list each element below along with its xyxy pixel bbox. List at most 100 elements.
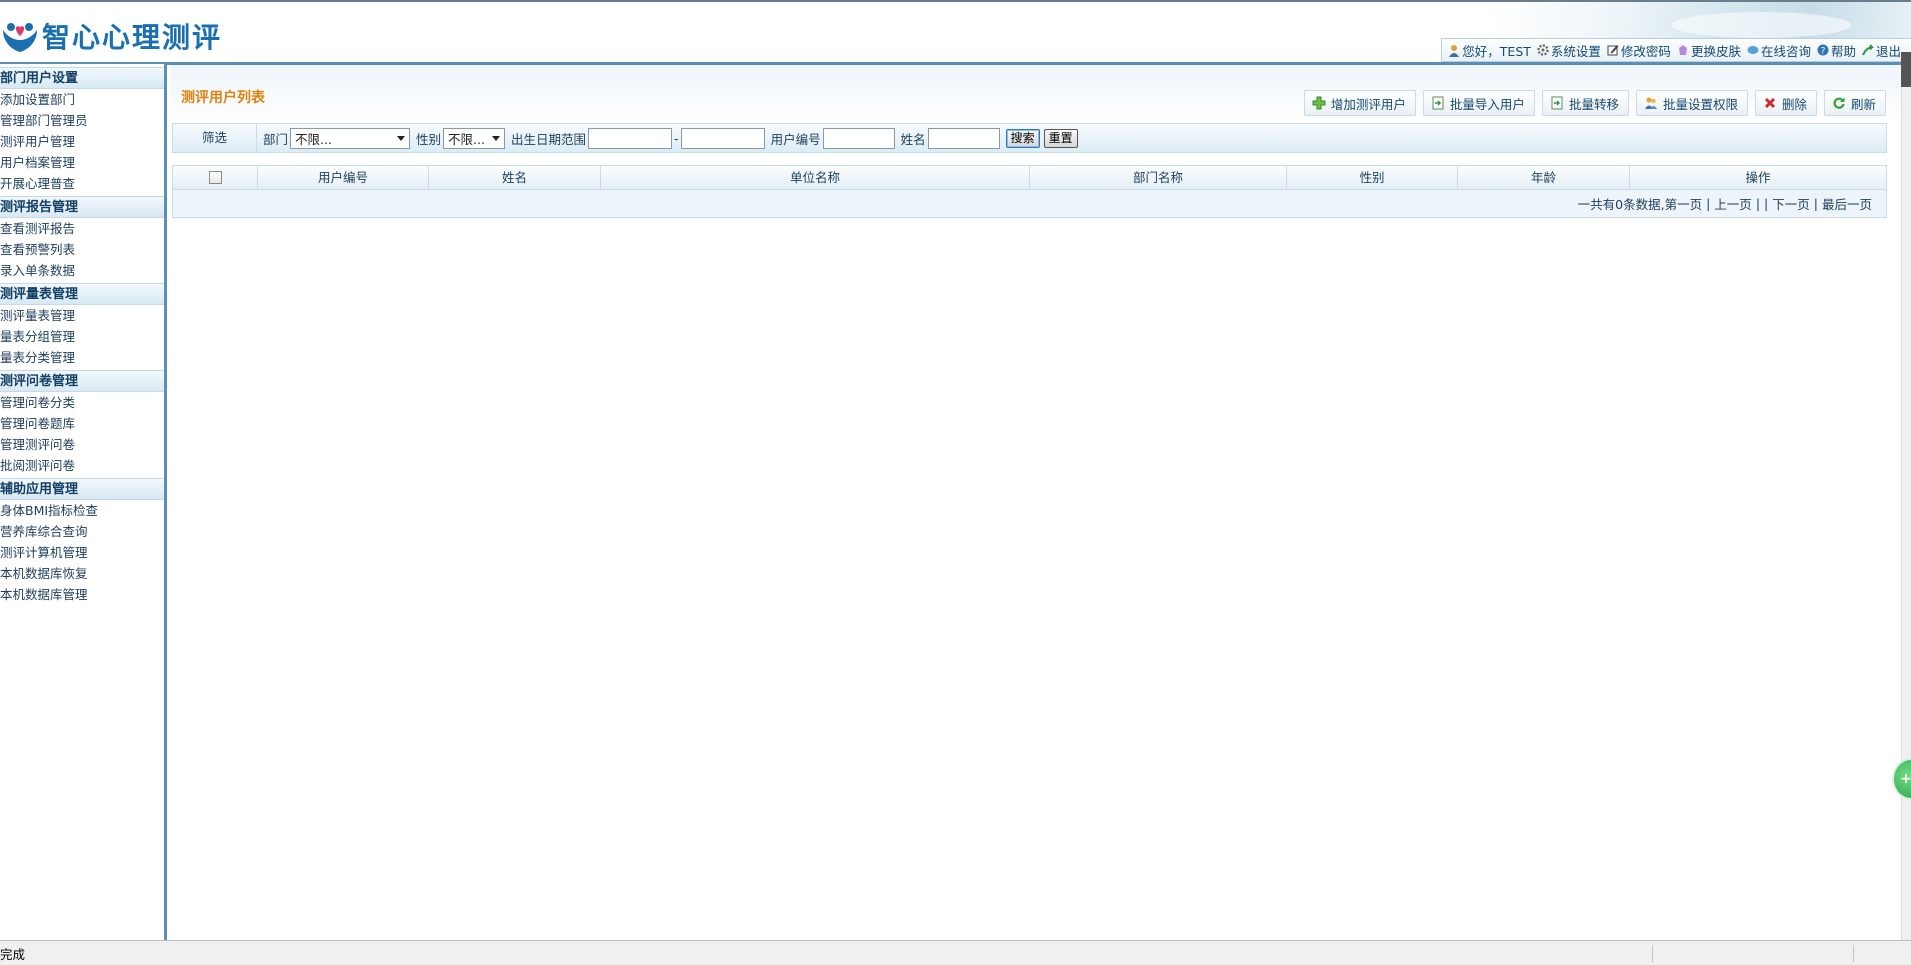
sidebar-item-scale-category[interactable]: 量表分类管理	[0, 347, 164, 368]
refresh-label: 刷新	[1850, 96, 1876, 112]
userid-label: 用户编号	[770, 131, 821, 147]
logout-label: 退出	[1875, 43, 1901, 59]
filter-bar: 筛选 部门 不限... 性别 不限... 出生日期范围 - 用户编号 姓名 搜索…	[172, 123, 1887, 153]
import-icon	[1432, 96, 1444, 110]
reset-button[interactable]: 重置	[1043, 128, 1078, 148]
table-header: 用户编号 姓名 单位名称 部门名称 性别 年龄 操作	[173, 166, 1886, 190]
sidebar-item-nutrition[interactable]: 营养库综合查询	[0, 521, 164, 542]
sidebar-item-user-manage[interactable]: 测评用户管理	[0, 131, 164, 152]
sidebar-item-questionnaire-review[interactable]: 批阅测评问卷	[0, 455, 164, 476]
add-user-label: 增加测评用户	[1330, 96, 1406, 112]
toolbar: 增加测评用户 批量导入用户 批量转移 批量设置权限 删除 刷新	[1297, 90, 1886, 116]
batch-transfer-label: 批量转移	[1568, 96, 1619, 112]
col-unit[interactable]: 单位名称	[601, 166, 1030, 189]
dept-select[interactable]: 不限...	[290, 127, 411, 149]
sidebar-item-census[interactable]: 开展心理普查	[0, 173, 164, 194]
header: 智心心理测评 您好，TEST 系统设置 修改密码 更换皮肤 在线咨询 ? 帮助 …	[0, 0, 1911, 64]
select-all-checkbox[interactable]	[208, 171, 222, 184]
help-icon: ?	[1817, 44, 1829, 56]
userid-input[interactable]	[822, 127, 895, 149]
sidebar-item-warning-list[interactable]: 查看预警列表	[0, 239, 164, 260]
next-page-link[interactable]: 下一页	[1772, 194, 1810, 213]
sidebar-item-view-report[interactable]: 查看测评报告	[0, 218, 164, 239]
last-page-link[interactable]: 最后一页	[1822, 194, 1872, 213]
scrollbar-thumb[interactable]	[1901, 52, 1911, 87]
online-consult-label: 在线咨询	[1760, 43, 1811, 59]
sidebar-item-db-manage[interactable]: 本机数据库管理	[0, 584, 164, 605]
sidebar-item-questionnaire-category[interactable]: 管理问卷分类	[0, 392, 164, 413]
sidebar-item-bmi[interactable]: 身体BMI指标检查	[0, 500, 164, 521]
sidebar-item-enter-data[interactable]: 录入单条数据	[0, 260, 164, 281]
pager-sep: |	[1706, 196, 1711, 211]
sidebar-section-aux: 辅助应用管理 身体BMI指标检查 营养库综合查询 测评计算机管理 本机数据库恢复…	[0, 478, 164, 605]
chat-icon	[1747, 46, 1759, 54]
sidebar-item-add-dept[interactable]: 添加设置部门	[0, 89, 164, 110]
sidebar-item-question-bank[interactable]: 管理问卷题库	[0, 413, 164, 434]
system-settings-link[interactable]: 系统设置	[1537, 41, 1601, 60]
exit-icon	[1862, 44, 1874, 56]
sidebar-section-title[interactable]: 测评问卷管理	[0, 370, 164, 392]
refresh-button[interactable]: 刷新	[1823, 90, 1886, 116]
batch-import-label: 批量导入用户	[1449, 96, 1525, 112]
sidebar-section-title[interactable]: 测评报告管理	[0, 196, 164, 218]
main-panel: 测评用户列表 增加测评用户 批量导入用户 批量转移 批量设置权限 删除 刷新 筛…	[170, 65, 1901, 940]
range-separator: -	[674, 130, 679, 146]
sidebar: 部门用户设置 添加设置部门 管理部门管理员 测评用户管理 用户档案管理 开展心理…	[0, 64, 167, 940]
col-name[interactable]: 姓名	[429, 166, 601, 189]
sidebar-item-db-restore[interactable]: 本机数据库恢复	[0, 563, 164, 584]
sidebar-section-title[interactable]: 测评量表管理	[0, 283, 164, 305]
batch-import-button[interactable]: 批量导入用户	[1422, 90, 1535, 116]
batch-permission-label: 批量设置权限	[1662, 96, 1738, 112]
search-button[interactable]: 搜索	[1005, 128, 1040, 148]
change-password-link[interactable]: 修改密码	[1607, 41, 1671, 60]
page-title: 测评用户列表	[181, 90, 265, 106]
col-gender[interactable]: 性别	[1287, 166, 1458, 189]
sidebar-item-computers[interactable]: 测评计算机管理	[0, 542, 164, 563]
help-link[interactable]: ? 帮助	[1817, 41, 1856, 60]
delete-button[interactable]: 删除	[1754, 90, 1817, 116]
gender-select-value: 不限...	[448, 131, 485, 147]
transfer-icon	[1551, 96, 1563, 110]
users-icon	[1644, 97, 1657, 109]
delete-icon	[1764, 97, 1776, 109]
sidebar-section-questionnaire: 测评问卷管理 管理问卷分类 管理问卷题库 管理测评问卷 批阅测评问卷	[0, 370, 164, 476]
logout-link[interactable]: 退出	[1862, 41, 1901, 60]
sidebar-section-title[interactable]: 部门用户设置	[0, 67, 164, 89]
sidebar-item-scale-manage[interactable]: 测评量表管理	[0, 305, 164, 326]
pager-sep: |	[1764, 196, 1769, 211]
sidebar-section-title[interactable]: 辅助应用管理	[0, 478, 164, 500]
birth-start-input[interactable]	[588, 127, 673, 149]
batch-permission-button[interactable]: 批量设置权限	[1635, 90, 1748, 116]
gear-icon	[1537, 44, 1549, 56]
batch-transfer-button[interactable]: 批量转移	[1541, 90, 1629, 116]
col-user-id[interactable]: 用户编号	[258, 166, 429, 189]
sidebar-item-user-archive[interactable]: 用户档案管理	[0, 152, 164, 173]
online-consult-link[interactable]: 在线咨询	[1747, 41, 1811, 60]
pager-sep: |	[1813, 196, 1818, 211]
gender-select[interactable]: 不限...	[443, 127, 506, 149]
sidebar-item-questionnaire-manage[interactable]: 管理测评问卷	[0, 434, 164, 455]
select-all-cell	[173, 166, 258, 189]
vertical-scrollbar[interactable]	[1901, 52, 1911, 940]
user-table: 用户编号 姓名 单位名称 部门名称 性别 年龄 操作 一共有0条数据,第一页 |…	[172, 165, 1887, 218]
prev-page-link[interactable]: 上一页	[1714, 194, 1752, 213]
add-user-button[interactable]: 增加测评用户	[1303, 90, 1416, 116]
logo-icon	[3, 23, 37, 52]
sidebar-section-scale: 测评量表管理 测评量表管理 量表分组管理 量表分类管理	[0, 283, 164, 368]
sidebar-section-dept: 部门用户设置 添加设置部门 管理部门管理员 测评用户管理 用户档案管理 开展心理…	[0, 67, 164, 194]
logo: 智心心理测评	[0, 16, 222, 56]
status-text: 完成	[0, 946, 26, 962]
birth-end-input[interactable]	[680, 127, 765, 149]
col-age[interactable]: 年龄	[1458, 166, 1630, 189]
delete-label: 删除	[1781, 96, 1807, 112]
sidebar-item-dept-admins[interactable]: 管理部门管理员	[0, 110, 164, 131]
sidebar-item-scale-group[interactable]: 量表分组管理	[0, 326, 164, 347]
dept-label: 部门	[263, 131, 289, 147]
plus-icon	[1312, 96, 1326, 110]
col-dept[interactable]: 部门名称	[1030, 166, 1287, 189]
name-input[interactable]	[927, 127, 1000, 149]
pagination: 一共有0条数据,第一页 | 上一页 | | 下一页 | 最后一页	[173, 190, 1886, 217]
change-skin-link[interactable]: 更换皮肤	[1677, 41, 1741, 60]
dept-select-value: 不限...	[295, 131, 332, 147]
filter-label: 筛选	[173, 124, 257, 152]
